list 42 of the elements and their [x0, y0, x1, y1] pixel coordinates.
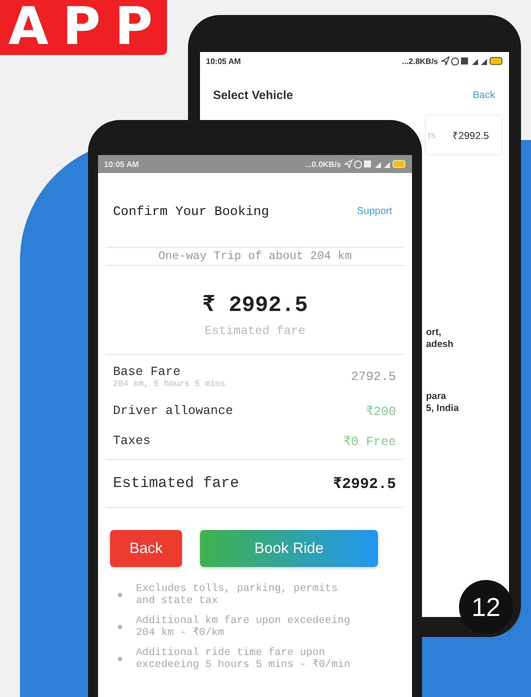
- square-icon: [461, 58, 468, 64]
- note-text: Additional ride time fare upon excedeeing 5 hours 5 mins - ₹0/min: [136, 647, 352, 672]
- battery-icon: [392, 160, 406, 168]
- fare-row-value: ₹200: [366, 404, 396, 419]
- network-speed: ...0.0KB/s: [304, 160, 341, 168]
- square-icon: [364, 160, 371, 168]
- fare-row-label: Taxes: [113, 434, 151, 448]
- battery-icon: [490, 57, 502, 65]
- total-label: Estimated fare: [113, 475, 240, 492]
- vehicle-price: ₹2992.5: [452, 130, 489, 142]
- bullet-icon: [118, 625, 122, 630]
- screen-title: Confirm Your Booking: [113, 204, 270, 219]
- bullet-icon: [118, 593, 122, 598]
- address-text: adesh: [426, 338, 454, 351]
- fare-row-label: Base Fare: [113, 365, 182, 379]
- fare-row-value: ₹0 Free: [343, 434, 396, 449]
- vehicle-card[interactable]: rs ₹2992.5: [426, 116, 501, 154]
- address-text: 5, India: [426, 402, 459, 414]
- bullet-icon: [118, 657, 122, 662]
- note-text: Excludes tolls, parking, permits and state tax: [136, 583, 339, 608]
- location-arrow-icon: [344, 159, 353, 168]
- trip-text: One-way Trip of about 204 km: [157, 249, 353, 265]
- app-banner: APP: [0, 0, 167, 55]
- back-button[interactable]: Back: [110, 530, 182, 567]
- fare-row-label: Driver allowance: [113, 404, 234, 418]
- back-link[interactable]: Back: [472, 90, 495, 100]
- address-text: ort,: [426, 327, 442, 339]
- total-value: ₹2992.5: [332, 475, 396, 493]
- network-speed: ...2.8KB/s: [402, 56, 438, 66]
- book-ride-button[interactable]: Book Ride: [200, 530, 378, 567]
- fare-row-value: 2792.5: [350, 370, 396, 384]
- fare-amount: ₹ 2992.5: [201, 292, 309, 318]
- vehicle-detail: rs: [428, 130, 436, 140]
- support-link[interactable]: Support: [356, 206, 392, 217]
- status-time: 10:05 AM: [104, 160, 139, 168]
- address-text: para: [426, 390, 448, 403]
- fare-label: Estimated fare: [204, 324, 306, 338]
- location-arrow-icon: [441, 56, 450, 66]
- screen-title: Select Vehicle: [213, 88, 294, 102]
- fare-row-detail: 204 km, 5 hours 5 mins: [113, 379, 226, 389]
- status-time: 10:05 AM: [206, 56, 241, 66]
- note-text: Additional km fare upon excedeeing 204 km - ₹0/km: [136, 615, 352, 640]
